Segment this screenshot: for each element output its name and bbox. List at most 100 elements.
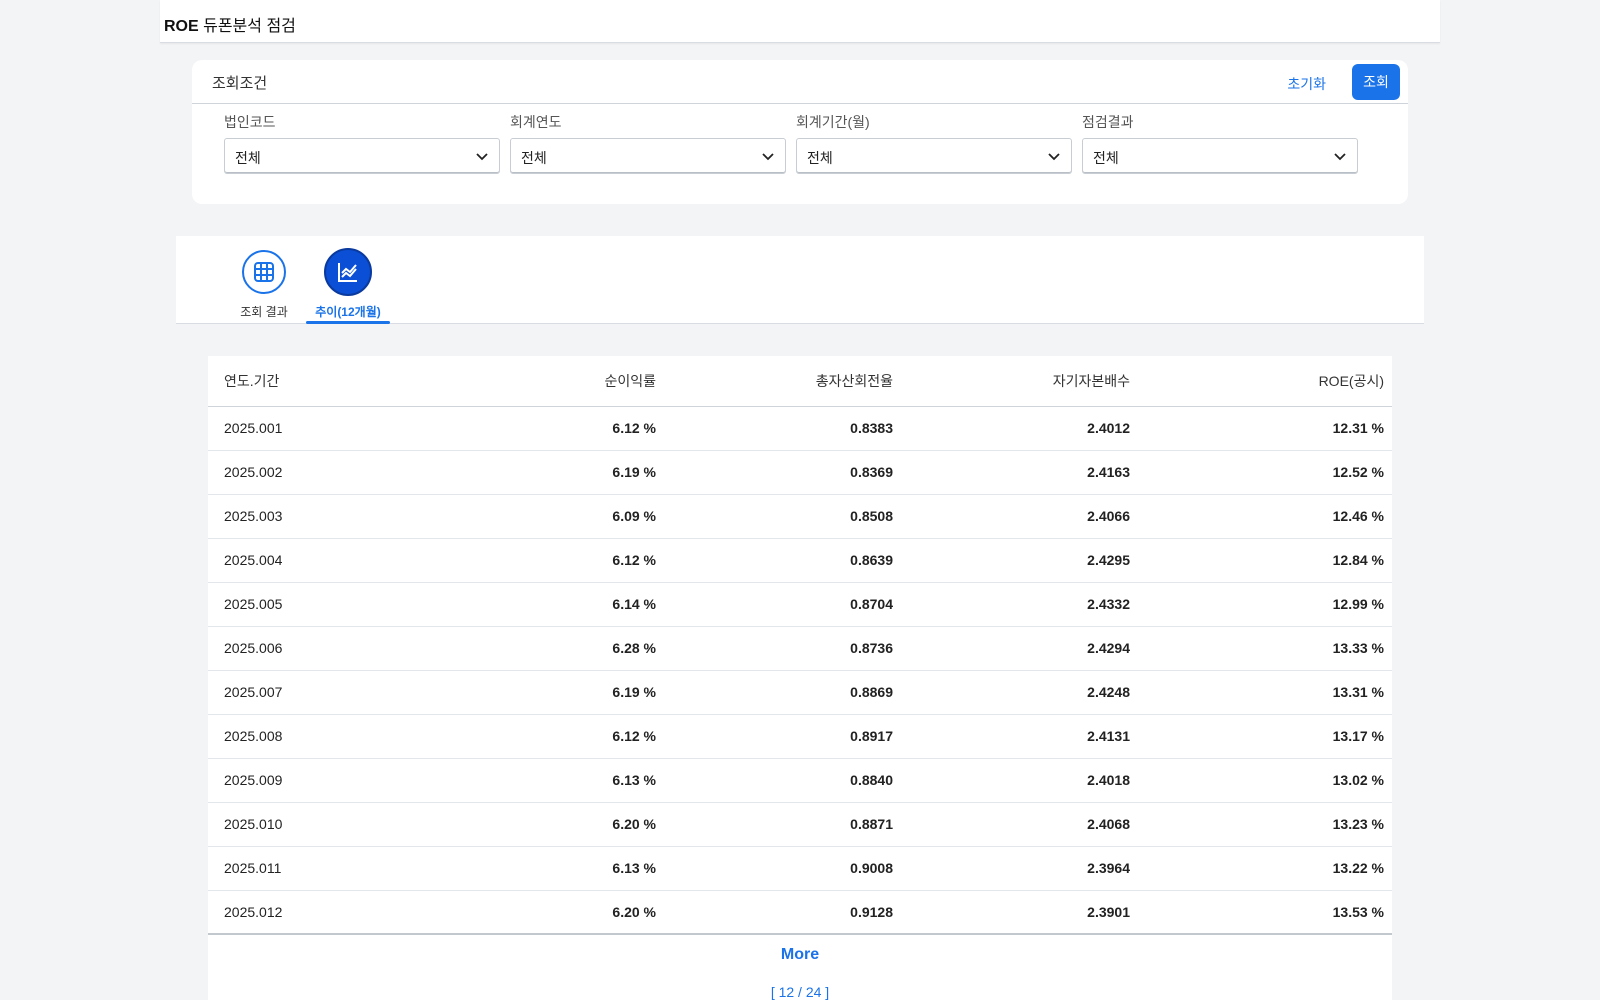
- cell-roe: 13.53 %: [1138, 890, 1392, 935]
- fiscal-year-label: 회계연도: [510, 114, 562, 130]
- table-row[interactable]: 2025.009 6.13 % 0.8840 2.4018 13.02 %: [208, 758, 1392, 803]
- cell-period: 2025.001: [208, 406, 448, 451]
- title-bar: ROE 듀폰분석 점검: [160, 0, 1440, 43]
- table-row[interactable]: 2025.010 6.20 % 0.8871 2.4068 13.23 %: [208, 802, 1392, 847]
- cell-equity-multiplier: 2.4131: [901, 714, 1138, 759]
- cell-asset-turnover: 0.8869: [664, 670, 901, 715]
- tab-trend[interactable]: 추이(12개월): [306, 246, 390, 324]
- cell-equity-multiplier: 2.4295: [901, 538, 1138, 583]
- reset-button[interactable]: 초기화: [1279, 70, 1334, 98]
- col-asset-turnover[interactable]: 총자산회전율: [664, 356, 901, 407]
- check-result-value: 전체: [1093, 150, 1119, 166]
- table-row[interactable]: 2025.011 6.13 % 0.9008 2.3964 13.22 %: [208, 846, 1392, 891]
- page-counter: [ 12 / 24 ]: [770, 984, 830, 1000]
- cell-roe: 12.99 %: [1138, 582, 1392, 627]
- cell-asset-turnover: 0.8871: [664, 802, 901, 847]
- cell-roe: 13.33 %: [1138, 626, 1392, 671]
- cell-net-margin: 6.20 %: [448, 802, 664, 847]
- view-tabs: 조회 결과 추이(12개월): [176, 236, 1424, 324]
- cell-period: 2025.005: [208, 582, 448, 627]
- cell-roe: 13.31 %: [1138, 670, 1392, 715]
- cell-net-margin: 6.19 %: [448, 450, 664, 495]
- cell-asset-turnover: 0.8383: [664, 406, 901, 451]
- cell-roe: 12.84 %: [1138, 538, 1392, 583]
- table-header-row: 연도.기간 순이익률 총자산회전율 자기자본배수 ROE(공시): [208, 356, 1392, 407]
- table-body: 2025.001 6.12 % 0.8383 2.4012 12.31 % 2025.00…: [208, 406, 1392, 935]
- grid-icon: [254, 262, 274, 282]
- cell-net-margin: 6.09 %: [448, 494, 664, 539]
- table-row[interactable]: 2025.003 6.09 % 0.8508 2.4066 12.46 %: [208, 494, 1392, 539]
- cell-asset-turnover: 0.8704: [664, 582, 901, 627]
- cell-roe: 12.46 %: [1138, 494, 1392, 539]
- chevron-down-icon: [476, 153, 488, 161]
- chevron-down-icon: [1334, 153, 1346, 161]
- cell-net-margin: 6.12 %: [448, 714, 664, 759]
- more-button[interactable]: More: [208, 946, 1392, 964]
- cell-asset-turnover: 0.8917: [664, 714, 901, 759]
- cell-equity-multiplier: 2.4066: [901, 494, 1138, 539]
- cell-equity-multiplier: 2.4248: [901, 670, 1138, 715]
- cell-period: 2025.011: [208, 846, 448, 891]
- cell-asset-turnover: 0.8736: [664, 626, 901, 671]
- grid-button: [242, 250, 286, 294]
- tab-results[interactable]: 조회 결과: [222, 246, 306, 324]
- active-tab-indicator: [306, 321, 390, 324]
- cell-roe: 13.22 %: [1138, 846, 1392, 891]
- cell-asset-turnover: 0.9128: [664, 890, 901, 935]
- tab-results-label: 조회 결과: [240, 305, 288, 319]
- table-row[interactable]: 2025.006 6.28 % 0.8736 2.4294 13.33 %: [208, 626, 1392, 671]
- cell-asset-turnover: 0.9008: [664, 846, 901, 891]
- col-equity-multiplier[interactable]: 자기자본배수: [901, 356, 1138, 407]
- cell-equity-multiplier: 2.4018: [901, 758, 1138, 803]
- corp-code-filter: 법인코드 전체: [224, 112, 500, 174]
- cell-period: 2025.012: [208, 890, 448, 935]
- cell-equity-multiplier: 2.4068: [901, 802, 1138, 847]
- page-title: ROE 듀폰분석 점검: [164, 18, 296, 35]
- table-row[interactable]: 2025.004 6.12 % 0.8639 2.4295 12.84 %: [208, 538, 1392, 583]
- trend-table: 연도.기간 순이익률 총자산회전율 자기자본배수 ROE(공시) 2025.00…: [208, 356, 1392, 935]
- results-table-panel: 연도.기간 순이익률 총자산회전율 자기자본배수 ROE(공시) 2025.00…: [208, 356, 1392, 1000]
- chevron-down-icon: [762, 153, 774, 161]
- search-panel-header: 조회조건 초기화 조회: [192, 60, 1408, 104]
- cell-period: 2025.004: [208, 538, 448, 583]
- table-row[interactable]: 2025.001 6.12 % 0.8383 2.4012 12.31 %: [208, 406, 1392, 451]
- cell-asset-turnover: 0.8508: [664, 494, 901, 539]
- chart-icon: [338, 263, 357, 282]
- cell-period: 2025.006: [208, 626, 448, 671]
- cell-asset-turnover: 0.8369: [664, 450, 901, 495]
- corp-code-value: 전체: [235, 150, 261, 166]
- cell-equity-multiplier: 2.4012: [901, 406, 1138, 451]
- cell-period: 2025.002: [208, 450, 448, 495]
- fiscal-period-value: 전체: [807, 150, 833, 166]
- cell-equity-multiplier: 2.3964: [901, 846, 1138, 891]
- check-result-filter: 점검결과 전체: [1082, 112, 1358, 174]
- cell-equity-multiplier: 2.3901: [901, 890, 1138, 935]
- col-net-margin[interactable]: 순이익률: [448, 356, 664, 407]
- check-result-select[interactable]: 전체: [1082, 138, 1358, 174]
- fiscal-year-filter: 회계연도 전체: [510, 112, 786, 174]
- chart-button: [324, 248, 372, 296]
- cell-net-margin: 6.14 %: [448, 582, 664, 627]
- table-row[interactable]: 2025.007 6.19 % 0.8869 2.4248 13.31 %: [208, 670, 1392, 715]
- col-roe[interactable]: ROE(공시): [1138, 356, 1392, 407]
- table-row[interactable]: 2025.002 6.19 % 0.8369 2.4163 12.52 %: [208, 450, 1392, 495]
- cell-net-margin: 6.12 %: [448, 406, 664, 451]
- table-row[interactable]: 2025.012 6.20 % 0.9128 2.3901 13.53 %: [208, 890, 1392, 935]
- table-row[interactable]: 2025.008 6.12 % 0.8917 2.4131 13.17 %: [208, 714, 1392, 759]
- search-panel-title: 조회조건: [212, 75, 268, 92]
- fiscal-year-value: 전체: [521, 150, 547, 166]
- cell-net-margin: 6.19 %: [448, 670, 664, 715]
- cell-equity-multiplier: 2.4163: [901, 450, 1138, 495]
- corp-code-select[interactable]: 전체: [224, 138, 500, 174]
- cell-net-margin: 6.28 %: [448, 626, 664, 671]
- fiscal-period-select[interactable]: 전체: [796, 138, 1072, 174]
- cell-equity-multiplier: 2.4332: [901, 582, 1138, 627]
- col-period[interactable]: 연도.기간: [208, 356, 448, 407]
- fiscal-year-select[interactable]: 전체: [510, 138, 786, 174]
- search-button[interactable]: 조회: [1352, 64, 1400, 100]
- search-panel: 조회조건 초기화 조회 법인코드 전체 회계연도 전체 회계기간(월) 전체 점…: [192, 60, 1408, 204]
- table-row[interactable]: 2025.005 6.14 % 0.8704 2.4332 12.99 %: [208, 582, 1392, 627]
- cell-net-margin: 6.13 %: [448, 758, 664, 803]
- cell-roe: 13.23 %: [1138, 802, 1392, 847]
- chevron-down-icon: [1048, 153, 1060, 161]
